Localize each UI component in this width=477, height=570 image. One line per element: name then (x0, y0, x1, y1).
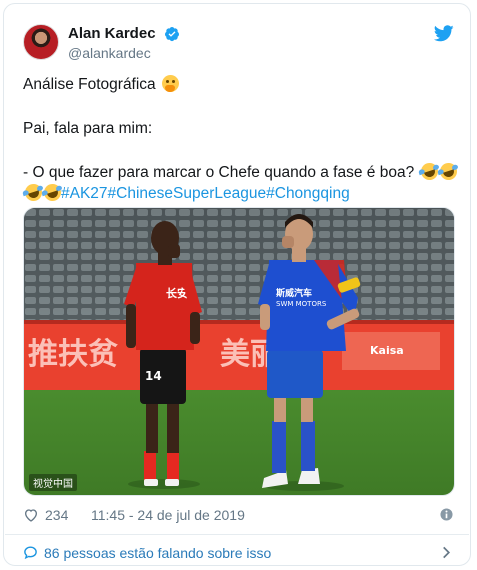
comment-bubble-icon (24, 546, 37, 560)
conversation-text[interactable]: 86 pessoas estão falando sobre isso (44, 545, 271, 561)
hashtag-chinesesuperleague[interactable]: #ChineseSuperLeague (108, 185, 267, 202)
tweet-line-2: Pai, fala para mim: (23, 120, 153, 137)
svg-text:Kaisa: Kaisa (370, 344, 404, 357)
conversation-link[interactable]: 86 pessoas estão falando sobre isso (23, 542, 454, 564)
jersey-number: 14 (145, 369, 162, 383)
thinking-face-icon (162, 75, 179, 92)
rolling-laughing-icon (418, 160, 440, 183)
like-count[interactable]: 234 (45, 507, 68, 523)
svg-text:推扶贫: 推扶贫 (28, 337, 118, 372)
svg-text:SWM MOTORS: SWM MOTORS (276, 300, 327, 308)
svg-text:斯威汽车: 斯威汽车 (276, 287, 312, 299)
football-photo: 推扶贫 美丽 Kaisa 14 长安 斯威汽车 SWM MOTORS (24, 208, 454, 495)
tweet-text: Análise Fotográfica Pai, fala para mim: … (22, 74, 463, 204)
footer-divider (5, 534, 469, 535)
tweet-line-1-text: Análise Fotográfica (23, 76, 156, 93)
chevron-right-icon[interactable] (442, 546, 451, 559)
author-names[interactable]: Alan Kardec @alankardec (68, 25, 180, 62)
hashtag-ak27[interactable]: #AK27 (61, 185, 108, 202)
timestamp[interactable]: 11:45 - 24 de jul de 2019 (91, 507, 245, 523)
tweet-photo[interactable]: 推扶贫 美丽 Kaisa 14 长安 斯威汽车 SWM MOTORS 视觉中国 (23, 207, 455, 496)
tweet-meta: 234 11:45 - 24 de jul de 2019 (23, 505, 455, 525)
display-name[interactable]: Alan Kardec (68, 25, 156, 43)
handle[interactable]: @alankardec (68, 44, 180, 62)
hashtag-chongqing[interactable]: #Chongqing (266, 185, 350, 202)
twitter-logo-icon[interactable] (434, 25, 454, 42)
verified-badge-icon (165, 27, 179, 42)
photo-watermark: 视觉中国 (29, 474, 77, 491)
info-icon[interactable] (440, 508, 453, 521)
avatar[interactable] (23, 24, 59, 60)
tweet-header: Alan Kardec @alankardec (23, 23, 454, 63)
rolling-laughing-icon (41, 181, 64, 204)
rolling-laughing-icon (437, 160, 459, 183)
heart-icon[interactable] (23, 507, 39, 523)
tweet-line-3-text: - O que fazer para marcar o Chefe quando… (23, 164, 415, 181)
tweet-card[interactable]: Alan Kardec @alankardec Análise Fotográf… (3, 3, 471, 566)
tweet-line-1: Análise Fotográfica (23, 74, 463, 95)
tweet-line-3: - O que fazer para marcar o Chefe quando… (22, 160, 463, 204)
